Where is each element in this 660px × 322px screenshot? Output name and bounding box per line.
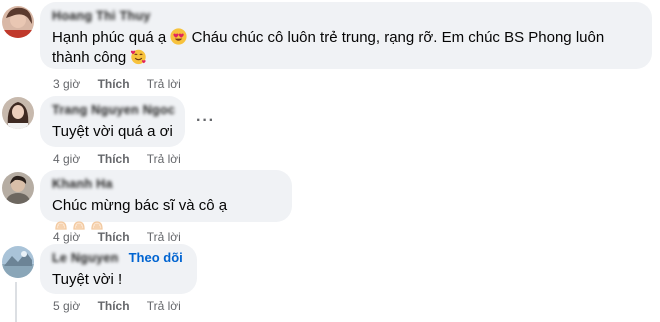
comment-actions: 5 giờ Thích Trả lời [53, 299, 195, 313]
comment-text: Tuyệt vời ! [52, 271, 123, 288]
comment-actions: 4 giờ Thích Trả lời [53, 152, 195, 166]
comment-time[interactable]: 3 giờ [53, 77, 80, 91]
comment-author[interactable]: Hoang Thi Thuy [52, 8, 640, 24]
comment-text: Hạnh phúc quá ạ Cháu chúc cô luôn trẻ tr… [52, 28, 605, 46]
heart-eyes-emoji [170, 28, 188, 45]
comment-time[interactable]: 5 giờ [53, 299, 80, 313]
reply-button[interactable]: Trả lời [147, 77, 181, 91]
thread-line [15, 282, 17, 322]
smiling-hearts-emoji [131, 49, 147, 65]
follow-button[interactable]: Theo dõi [129, 250, 183, 265]
reply-button[interactable]: Trả lời [147, 152, 181, 166]
comment-text-continued: thành công [52, 48, 640, 68]
comment-bubble: Khanh Ha Chúc mừng bác sĩ và cô ạ [40, 170, 292, 230]
comment-time[interactable]: 4 giờ [53, 152, 80, 166]
comment-bubble: Hoang Thi Thuy Hạnh phúc quá ạ Cháu chúc… [40, 2, 652, 69]
like-button[interactable]: Thích [98, 230, 130, 244]
like-button[interactable]: Thích [98, 299, 130, 313]
like-button[interactable]: Thích [98, 77, 130, 91]
comment-author: Le Nguyen Theo dõi [52, 250, 183, 265]
reply-button[interactable]: Trả lời [147, 230, 181, 244]
comment-bubble: Le Nguyen Theo dõi Tuyệt vời ! [40, 244, 197, 294]
comment-bubble: Trang Nguyen Ngoc Tuyệt vời quá a ơi [40, 96, 185, 147]
avatar[interactable] [2, 246, 34, 278]
comment-author[interactable]: Khanh Ha [52, 176, 280, 192]
avatar[interactable] [2, 97, 34, 129]
comment-actions: 3 giờ Thích Trả lời [53, 77, 195, 91]
avatar[interactable] [2, 6, 34, 38]
like-button[interactable]: Thích [98, 152, 130, 166]
comment-time[interactable]: 4 giờ [53, 230, 80, 244]
more-options-icon[interactable]: ··· [196, 112, 215, 130]
comment-text: Tuyệt vời quá a ơi [52, 123, 173, 140]
avatar[interactable] [2, 172, 34, 204]
reply-button[interactable]: Trả lời [147, 299, 181, 313]
comment-actions: 4 giờ Thích Trả lời [53, 230, 195, 244]
comment-author[interactable]: Trang Nguyen Ngoc [52, 102, 175, 118]
